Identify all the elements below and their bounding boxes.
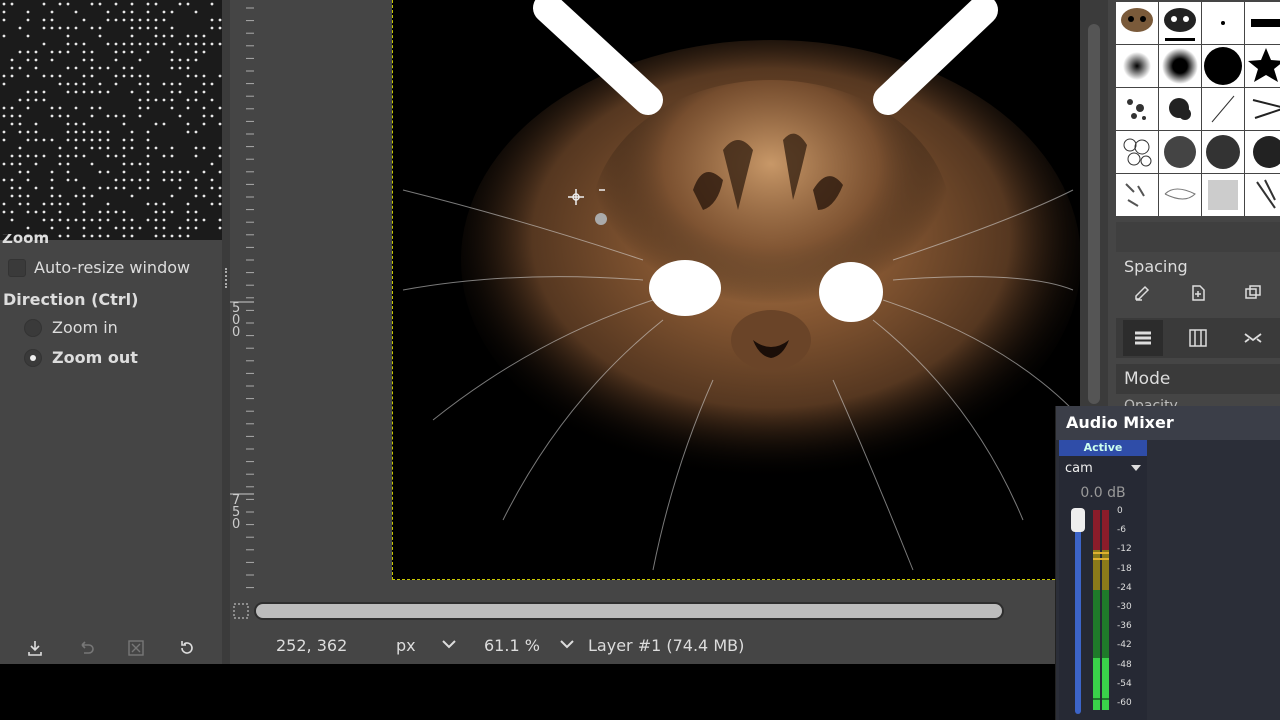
tab-dynamics-icon[interactable] xyxy=(1233,320,1273,356)
brush-item[interactable] xyxy=(1245,88,1280,130)
brush-item[interactable] xyxy=(1116,88,1158,130)
duplicate-brush-icon[interactable] xyxy=(1243,283,1263,307)
mixer-channel-strip: Active cam 0.0 dB 0 -6 -12 -18 -24 -30 -36 -42 -… xyxy=(1059,440,1147,720)
meter-scale-label: -24 xyxy=(1117,582,1132,593)
meter-scale-label: -12 xyxy=(1117,544,1132,555)
zoom-in-radio[interactable] xyxy=(24,318,42,337)
new-brush-icon[interactable] xyxy=(1188,283,1208,307)
brush-item[interactable] xyxy=(1116,2,1158,44)
dock-scrollbar-track[interactable] xyxy=(1088,24,1100,404)
canvas-viewport[interactable] xyxy=(254,0,1080,596)
brush-item[interactable] xyxy=(1245,45,1280,87)
layer-info: Layer #1 (74.4 MB) xyxy=(588,635,745,655)
delete-icon[interactable] xyxy=(124,636,148,660)
audio-mixer-window: Audio Mixer Active cam 0.0 dB 0 -6 -12 -18 -… xyxy=(1055,406,1280,720)
spacing-label: Spacing xyxy=(1124,257,1188,276)
meter-scale-label: -6 xyxy=(1117,525,1126,536)
brush-item[interactable] xyxy=(1245,131,1280,173)
navigate-icon[interactable] xyxy=(232,602,252,622)
panel-divider[interactable] xyxy=(222,0,230,664)
brush-item[interactable] xyxy=(1202,131,1244,173)
brush-filter-strip[interactable] xyxy=(1116,222,1280,252)
meter-scale-label: -60 xyxy=(1117,698,1132,708)
unit-selector[interactable]: px xyxy=(396,636,456,655)
tool-options-toolbar xyxy=(0,632,222,664)
meter-scale: 0 -6 -12 -18 -24 -30 -36 -42 -48 -54 -60 xyxy=(1117,506,1147,716)
status-badge: Active xyxy=(1059,440,1147,456)
canvas-area: 500750 252, 362 px 61.1 % Layer #1 (74.4… xyxy=(230,0,1080,664)
brush-item[interactable] xyxy=(1202,174,1244,216)
brush-actions xyxy=(1116,282,1280,308)
auto-resize-checkbox[interactable] xyxy=(8,258,26,277)
brush-item[interactable] xyxy=(1202,45,1244,87)
brush-view-tabs xyxy=(1116,318,1280,358)
tool-options-panel: Zoom Auto-resize window Direction (Ctrl)… xyxy=(0,0,240,664)
zoom-selector[interactable]: 61.1 % xyxy=(484,636,574,655)
brush-item[interactable] xyxy=(1116,131,1158,173)
brush-item[interactable] xyxy=(1245,2,1280,44)
brush-item[interactable] xyxy=(1159,131,1201,173)
brush-grid xyxy=(1116,2,1280,216)
volume-fader-knob[interactable] xyxy=(1071,508,1085,532)
volume-readout: 0.0 dB xyxy=(1080,485,1126,501)
ruler-label: 500 xyxy=(230,301,254,340)
chevron-down-icon[interactable] xyxy=(560,637,574,653)
save-to-preset-icon[interactable] xyxy=(23,636,47,660)
pattern-preview xyxy=(0,0,240,240)
brush-item[interactable] xyxy=(1159,45,1201,87)
source-name: cam xyxy=(1065,460,1093,476)
meter-scale-label: 0 xyxy=(1117,506,1123,516)
unit-value: px xyxy=(396,635,416,655)
brush-item[interactable] xyxy=(1116,174,1158,216)
tab-brush-list-icon[interactable] xyxy=(1123,320,1164,356)
zoom-in-option[interactable]: Zoom in xyxy=(24,318,118,337)
vertical-ruler[interactable]: 500750 xyxy=(230,0,254,596)
horizontal-scroll-area xyxy=(230,596,1080,626)
meter-scale-label: -54 xyxy=(1117,678,1132,689)
level-meter xyxy=(1093,510,1111,710)
meter-scale-label: -18 xyxy=(1117,563,1132,574)
brush-item[interactable] xyxy=(1159,88,1201,130)
mode-label[interactable]: Mode xyxy=(1116,364,1280,394)
brush-item[interactable] xyxy=(1245,174,1280,216)
horizontal-scrollbar[interactable] xyxy=(254,602,1004,620)
zoom-out-label: Zoom out xyxy=(52,348,138,367)
brush-item[interactable] xyxy=(1159,2,1201,44)
reset-icon[interactable] xyxy=(175,636,199,660)
brush-item[interactable] xyxy=(1116,45,1158,87)
source-selector[interactable]: cam xyxy=(1059,456,1147,480)
zoom-out-radio[interactable] xyxy=(24,348,42,367)
zoom-in-label: Zoom in xyxy=(52,318,118,337)
tool-options-title: Zoom xyxy=(2,234,50,244)
zoom-value[interactable]: 61.1 % xyxy=(484,636,540,655)
caret-down-icon[interactable] xyxy=(1131,461,1141,476)
pointer-coordinates: 252, 362 xyxy=(276,635,348,655)
auto-resize-label: Auto-resize window xyxy=(34,258,191,277)
brush-item[interactable] xyxy=(1202,88,1244,130)
chevron-down-icon[interactable] xyxy=(442,637,456,653)
tab-brush-grid-icon[interactable] xyxy=(1178,320,1218,356)
svg-text:0: 0 xyxy=(232,325,240,340)
auto-resize-option[interactable]: Auto-resize window xyxy=(8,258,190,277)
meter-scale-label: -36 xyxy=(1117,621,1132,632)
svg-text:0: 0 xyxy=(232,517,240,532)
brush-item[interactable] xyxy=(1159,174,1201,216)
zoom-out-option[interactable]: Zoom out xyxy=(24,348,138,367)
direction-title: Direction (Ctrl) xyxy=(3,290,139,309)
restore-icon[interactable] xyxy=(74,636,98,660)
brush-item[interactable] xyxy=(1202,2,1244,44)
status-bar: 252, 362 px 61.1 % Layer #1 (74.4 MB) xyxy=(230,626,1080,664)
audio-mixer-title[interactable]: Audio Mixer xyxy=(1056,406,1280,440)
edit-brush-icon[interactable] xyxy=(1133,283,1153,307)
meter-scale-label: -48 xyxy=(1117,659,1132,670)
image-canvas[interactable] xyxy=(392,0,1080,580)
meter-scale-label: -30 xyxy=(1117,602,1132,612)
meter-scale-label: -42 xyxy=(1117,640,1132,651)
volume-fader-track[interactable] xyxy=(1075,510,1081,714)
scrollbar-thumb[interactable] xyxy=(256,604,1002,618)
